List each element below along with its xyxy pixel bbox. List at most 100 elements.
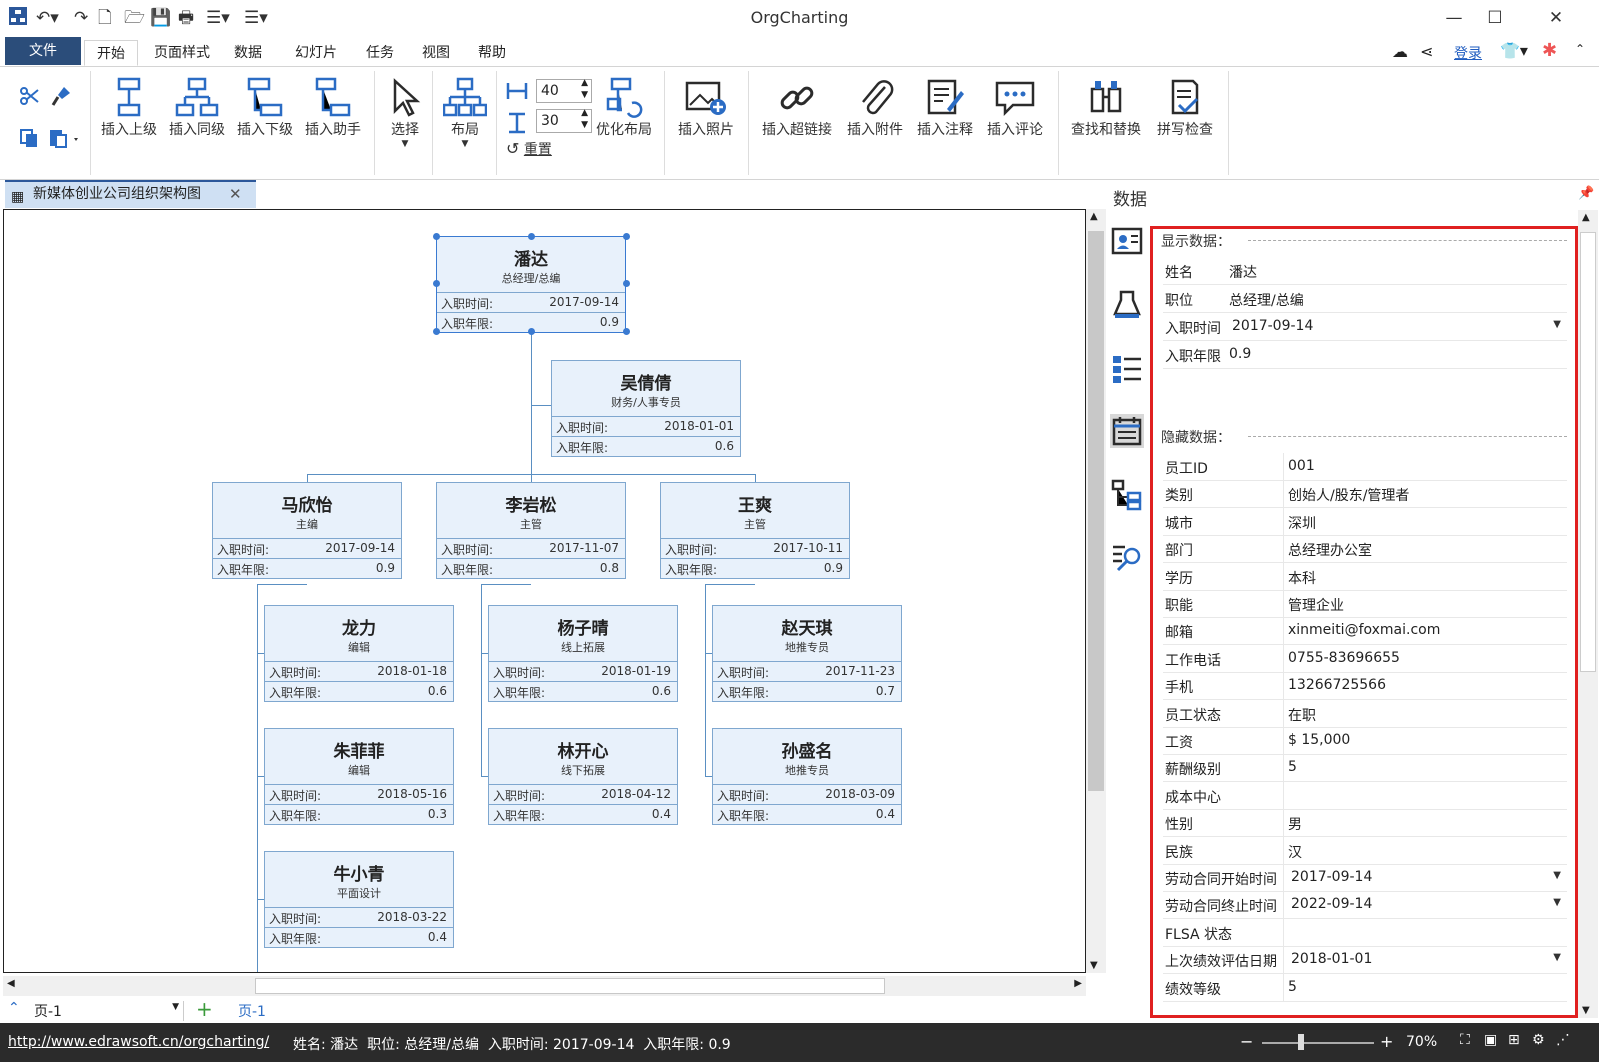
scroll-thumb[interactable] [1580,232,1596,672]
property-row[interactable]: 邮箱 xinmeiti@foxmai.com [1163,617,1567,646]
tab-tasks[interactable]: 任务 [358,40,402,66]
website-link[interactable]: http://www.edrawsoft.cn/orgcharting/ [8,1034,269,1050]
org-node[interactable]: 吴倩倩 财务/人事专员 入职时间: 2018-01-01 入职年限: 0.6 [551,360,741,457]
zoom-out-button[interactable]: − [1240,1032,1253,1051]
property-value[interactable]: 创始人/股东/管理者 [1288,485,1409,505]
scroll-left-icon[interactable]: ◀ [7,978,15,989]
cut-icon[interactable] [14,85,44,107]
property-row[interactable]: 入职时间 2017-09-14 ▼ [1163,313,1567,341]
org-node[interactable]: 龙力 编辑 入职时间: 2018-01-18 入职年限: 0.6 [264,605,454,702]
canvas-vertical-scrollbar[interactable]: ▲ ▼ [1086,209,1106,973]
property-row[interactable]: 员工ID 001 [1163,453,1567,481]
close-button[interactable]: ✕ [1536,4,1576,32]
minimize-button[interactable]: — [1434,4,1474,32]
contact-card-icon[interactable] [1110,224,1144,258]
add-page-button[interactable]: + [196,997,213,1021]
property-row[interactable]: FLSA 状态 [1163,918,1567,947]
tab-home[interactable]: 开始 [84,40,138,66]
org-node[interactable]: 朱菲菲 编辑 入职时间: 2018-05-16 入职年限: 0.3 [264,728,454,825]
property-row[interactable]: 绩效等级 5 [1163,973,1567,1002]
spin-arrows-icon[interactable]: ▲ ▼ [581,107,588,131]
property-value[interactable]: 总经理/总编 [1229,290,1304,310]
search-list-icon[interactable] [1110,540,1144,574]
property-row[interactable]: 性别 男 [1163,809,1567,838]
insert-note-button[interactable]: 插入注释 [910,77,980,139]
collapse-ribbon-icon[interactable]: ⌃ [1575,42,1585,56]
find-replace-button[interactable]: 查找和替换 [1064,77,1148,139]
org-node[interactable]: 孙盛名 地推专员 入职时间: 2018-03-09 入职年限: 0.4 [712,728,902,825]
list-view-icon[interactable] [1110,352,1144,386]
page-tab-active[interactable]: 页-1 [238,1001,266,1021]
document-tab[interactable]: ▦ 新媒体创业公司组织架构图 ✕ [5,180,256,208]
property-value[interactable]: 0.9 [1229,346,1251,362]
theme-icon[interactable]: 👕▾ [1500,41,1528,60]
org-node[interactable]: 王爽 主管 入职时间: 2017-10-11 入职年限: 0.9 [660,482,850,579]
reset-button[interactable]: ↺ 重置 [506,139,566,159]
property-value[interactable]: xinmeiti@foxmai.com [1288,622,1440,638]
org-node[interactable]: 李岩松 主管 入职时间: 2017-11-07 入职年限: 0.8 [436,482,626,579]
paste-icon[interactable] [46,127,84,149]
tab-help[interactable]: 帮助 [470,40,514,66]
page-list-toggle-icon[interactable]: ⌃ [8,1000,20,1016]
property-row[interactable]: 成本中心 [1163,781,1567,810]
layout-button[interactable]: 布局 ▼ [438,77,492,149]
login-link[interactable]: 登录 [1454,43,1482,63]
style-icon[interactable] [1110,288,1144,322]
insert-photo-button[interactable]: 插入照片 [672,77,740,139]
property-value[interactable]: 2017-09-14 [1232,318,1313,334]
selection-handle[interactable] [623,280,630,287]
property-row[interactable]: 劳动合同开始时间 2017-09-14 ▼ [1163,864,1567,892]
selection-handle[interactable] [623,328,630,335]
property-row[interactable]: 学历 本科 [1163,562,1567,591]
share-icon[interactable]: ⋖ [1420,42,1433,61]
insert-hyperlink-button[interactable]: 插入超链接 [756,77,838,139]
selection-handle[interactable] [528,328,535,335]
insert-attachment-button[interactable]: 插入附件 [840,77,910,139]
property-value[interactable]: 在职 [1288,705,1316,725]
property-value[interactable]: 2022-09-14 [1291,896,1372,912]
property-value[interactable]: 5 [1288,979,1297,995]
scroll-right-icon[interactable]: ▶ [1074,978,1082,989]
org-node[interactable]: 林开心 线下拓展 入职时间: 2018-04-12 入职年限: 0.4 [488,728,678,825]
dropdown-arrow-icon[interactable]: ▼ [1553,870,1561,881]
format-painter-icon[interactable] [46,85,76,107]
selection-handle[interactable] [433,328,440,335]
property-row[interactable]: 入职年限 0.9 [1163,341,1567,369]
property-value[interactable]: 潘达 [1229,262,1257,282]
scroll-up-icon[interactable]: ▲ [1090,211,1098,222]
scroll-down-icon[interactable]: ▼ [1090,960,1098,971]
property-value[interactable]: 本科 [1288,568,1316,588]
org-node[interactable]: 马欣怡 主编 入职时间: 2017-09-14 入职年限: 0.9 [212,482,402,579]
maximize-button[interactable]: ☐ [1475,4,1515,32]
apps-icon[interactable]: ✱ [1542,40,1557,61]
property-row[interactable]: 城市 深圳 [1163,507,1567,536]
spin-arrows-icon[interactable]: ▲ ▼ [581,77,588,101]
hierarchy-icon[interactable] [1110,478,1144,512]
pin-icon[interactable]: 📌 [1578,186,1594,201]
property-row[interactable]: 职位 总经理/总编 [1163,285,1567,313]
data-panel-icon[interactable] [1110,414,1144,448]
select-button[interactable]: 选择 ▼ [382,77,428,149]
dropdown-arrow-icon[interactable]: ▼ [1553,897,1561,908]
tab-view[interactable]: 视图 [414,40,458,66]
property-value[interactable]: 管理企业 [1288,595,1344,615]
property-value[interactable]: 0755-83696655 [1288,650,1400,666]
property-value[interactable]: 2018-01-01 [1291,951,1372,967]
property-row[interactable]: 民族 汉 [1163,836,1567,865]
property-value[interactable]: $ 15,000 [1288,732,1350,748]
tab-page-style[interactable]: 页面样式 [144,40,220,66]
property-value[interactable]: 13266725566 [1288,677,1386,693]
property-row[interactable]: 类别 创始人/股东/管理者 [1163,480,1567,509]
property-value[interactable]: 汉 [1288,842,1302,862]
canvas-horizontal-scrollbar[interactable]: ◀ ▶ [3,976,1086,996]
property-value[interactable]: 男 [1288,814,1302,834]
property-row[interactable]: 部门 总经理办公室 [1163,535,1567,564]
zoom-slider[interactable] [1262,1042,1374,1044]
property-value[interactable]: 总经理办公室 [1288,540,1372,560]
fullscreen-icon[interactable]: ⊞ [1508,1032,1520,1048]
property-row[interactable]: 职能 管理企业 [1163,590,1567,618]
insert-superior-button[interactable]: 插入上级 [96,77,162,139]
property-row[interactable]: 姓名 潘达 [1163,257,1567,285]
dropdown-arrow-icon[interactable]: ▼ [1553,952,1561,963]
property-row[interactable]: 手机 13266725566 [1163,672,1567,701]
